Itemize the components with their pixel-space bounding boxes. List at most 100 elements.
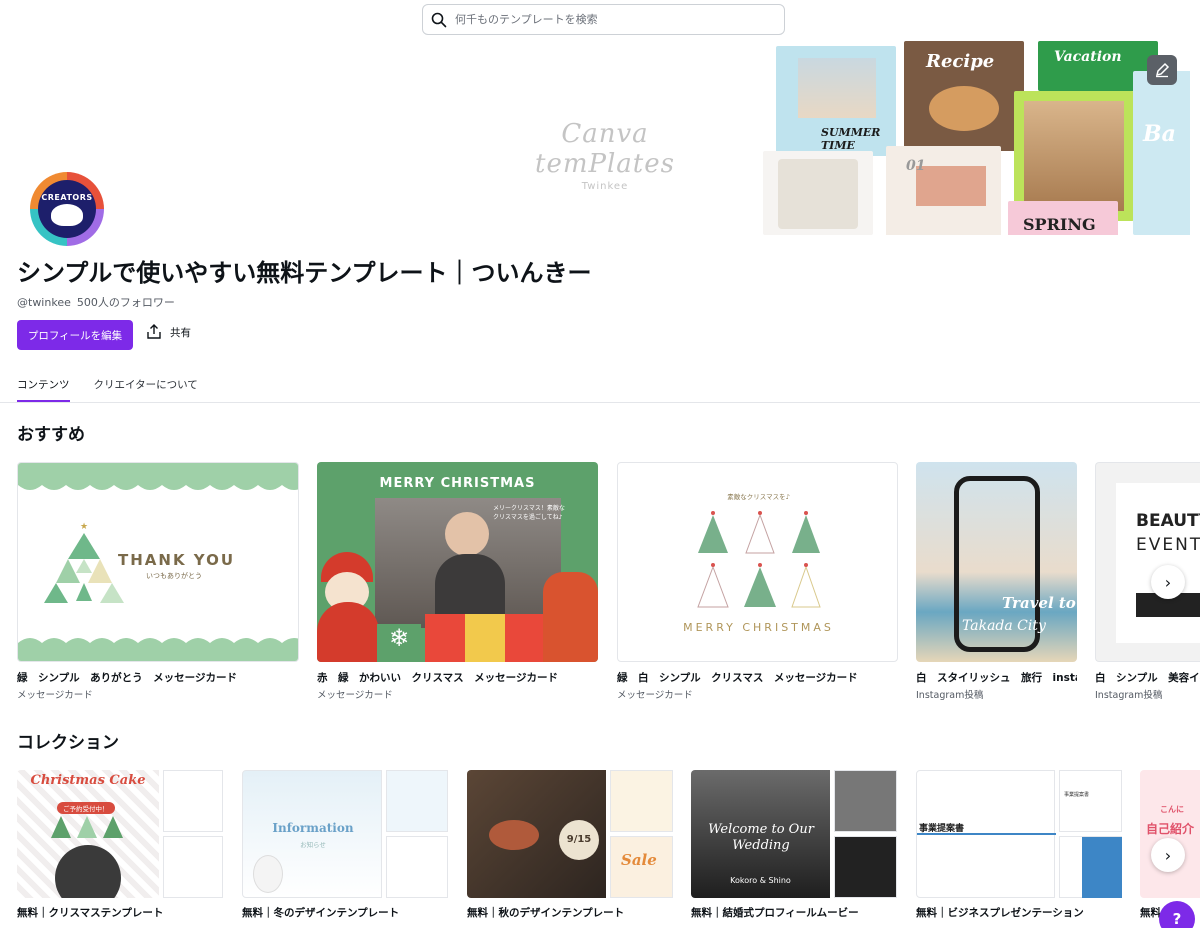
collection-christmas[interactable]: Christmas Cake ご予約受付中！ (17, 770, 223, 898)
collection-winter-main: Information お知らせ (242, 770, 382, 898)
avatar-character-icon (51, 203, 83, 226)
card-title-1[interactable]: 緑 シンプル ありがとう メッセージカード (17, 670, 299, 685)
collection-winter-thumb-1 (386, 770, 448, 832)
card-title-2[interactable]: 赤 緑 かわいい クリスマス メッセージカード (317, 670, 598, 685)
search-icon (431, 12, 447, 27)
banner-collage: SUMMER TIME Recipe Vacation 01 SPRING Ba (758, 41, 1190, 235)
information-title: Information (272, 821, 354, 835)
business-title: 事業提案書 (919, 824, 965, 834)
beauty-title: BEAUTY (1136, 511, 1200, 531)
template-card-christmas-photo[interactable]: MERRY CHRISTMAS メリークリスマス！素敵なクリスマスを過ごしてね♪… (317, 462, 598, 662)
card-type-5: Instagram投稿 (1095, 690, 1163, 701)
template-card-travel[interactable]: Travel to Takada City (916, 462, 1077, 662)
collection-wedding-thumb-1 (834, 770, 897, 832)
thank-you-text: THANK YOU (118, 551, 236, 569)
simple-xmas-title: MERRY CHRISTMAS (683, 621, 834, 634)
xmas-photo-message: メリークリスマス！素敵なクリスマスを過ごしてね♪ (493, 505, 565, 521)
profile-meta: @twinkee 500人のフォロワー (17, 294, 175, 310)
collection-wedding[interactable]: Welcome to Our Wedding Kokoro & Shino (691, 770, 897, 898)
xmas-photo-title: MERRY CHRISTMAS (379, 476, 536, 491)
christmas-cake-title: Christmas Cake (30, 773, 146, 788)
collage-tile-ba: Ba (1133, 71, 1190, 235)
edit-profile-button[interactable]: プロフィールを編集 (17, 320, 133, 350)
collection-business-thumb-1: 事業提案書 (1059, 770, 1122, 832)
help-button[interactable]: ? (1159, 901, 1195, 928)
collection-business-thumb-2 (1059, 836, 1122, 898)
chevron-right-icon: › (1164, 845, 1172, 865)
tabs-divider (0, 402, 1200, 403)
pencil-edit-icon (1155, 62, 1170, 78)
chevron-right-icon: › (1164, 572, 1172, 592)
beauty-card-panel (1116, 483, 1200, 643)
page-title: シンプルで使いやすい無料テンプレート｜ついんきー (17, 259, 592, 287)
collection-title-1[interactable]: 無料｜クリスマステンプレート (17, 905, 163, 920)
collection-autumn-thumb-2: Sale (610, 836, 673, 898)
snowflake-icon: ❄ (377, 624, 421, 662)
card-type-4: Instagram投稿 (916, 690, 984, 701)
collection-wedding-thumb-2 (834, 836, 897, 898)
card-title-4[interactable]: 白 スタイリッシュ 旅行 instagram投稿 (916, 670, 1077, 685)
search-input[interactable] (455, 13, 755, 26)
follower-count[interactable]: 500人のフォロワー (77, 296, 175, 309)
travel-subtitle: Takada City (962, 618, 1046, 634)
template-card-beauty-event[interactable]: BEAUTY EVENT (1095, 462, 1200, 662)
collection-business-main: 事業提案書 (916, 770, 1056, 898)
collection-title-4[interactable]: 無料｜結婚式プロフィールムービー (691, 905, 859, 920)
share-icon (147, 324, 161, 339)
collage-tile-summer: SUMMER TIME (776, 46, 896, 156)
collage-tile-spring: SPRING (1008, 201, 1118, 235)
collection-title-3[interactable]: 無料｜秋のデザインテンプレート (467, 905, 624, 920)
card-title-5[interactable]: 白 シンプル 美容イベント (1095, 670, 1200, 685)
collection-autumn[interactable]: 9/15 Sale (467, 770, 673, 898)
collection-title-2[interactable]: 無料｜冬のデザインテンプレート (242, 905, 399, 920)
thank-you-subtext: いつもありがとう (146, 572, 202, 580)
search-bar[interactable] (422, 4, 785, 35)
collections-next-button[interactable]: › (1151, 838, 1185, 872)
tab-about-creator[interactable]: クリエイターについて (94, 377, 198, 402)
wedding-title: Welcome to Our Wedding (708, 822, 814, 853)
collection-title-6[interactable]: 無料 (1140, 905, 1161, 920)
collection-title-5[interactable]: 無料｜ビジネスプレゼンテーション (916, 905, 1084, 920)
collections-heading: コレクション (17, 733, 119, 753)
collage-tile-beauty: 01 (886, 146, 1001, 235)
collection-winter[interactable]: Information お知らせ (242, 770, 448, 898)
collage-tile-recipe: Recipe (904, 41, 1024, 151)
recommended-next-button[interactable]: › (1151, 565, 1185, 599)
collection-christmas-thumb-1 (163, 770, 223, 832)
collection-wedding-main: Welcome to Our Wedding Kokoro & Shino (691, 770, 830, 898)
collection-christmas-main: Christmas Cake ご予約受付中！ (17, 770, 159, 898)
share-button[interactable]: 共有 (146, 324, 191, 340)
collection-christmas-thumb-2 (163, 836, 223, 898)
recommended-heading: おすすめ (17, 425, 85, 445)
gift-boxes (425, 614, 545, 662)
collection-business[interactable]: 事業提案書 事業提案書 (916, 770, 1122, 898)
collection-winter-thumb-2 (386, 836, 448, 898)
banner-logo: Canva temPlates Twinkee (490, 119, 720, 192)
cake-photo (55, 845, 121, 898)
card-type-1: メッセージカード (17, 690, 93, 701)
banner-logo-title: Canva temPlates (535, 119, 675, 179)
snowman-icon (253, 855, 283, 893)
template-card-thank-you[interactable]: ★ THANK YOU いつもありがとう (17, 462, 299, 662)
card-title-3[interactable]: 緑 白 シンプル クリスマス メッセージカード (617, 670, 898, 685)
self-intro-title: 自己紹介 (1146, 822, 1195, 836)
template-card-simple-christmas[interactable]: 素敵なクリスマスを♪ MERRY CHRISTMAS (617, 462, 898, 662)
tab-contents[interactable]: コンテンツ (17, 377, 70, 402)
edit-banner-button[interactable] (1147, 55, 1177, 85)
mini-trees-icon (51, 816, 123, 838)
wagashi-photo (489, 820, 539, 850)
collage-tile-flowers (763, 151, 873, 235)
profile-tabs: コンテンツ クリエイターについて (17, 377, 222, 402)
collection-autumn-main: 9/15 (467, 770, 606, 898)
profile-handle: @twinkee (17, 296, 71, 309)
collection-self-intro[interactable]: こんに 自己紹介 (1140, 770, 1200, 898)
simple-xmas-subtext: 素敵なクリスマスを♪ (727, 493, 790, 501)
wedding-names: Kokoro & Shino (730, 876, 791, 885)
avatar[interactable]: CREATORS (30, 172, 104, 246)
profile-banner: Canva temPlates Twinkee SUMMER TIME Reci… (0, 41, 1190, 235)
self-intro-greeting: こんに (1160, 805, 1184, 814)
information-subtitle: お知らせ (300, 841, 326, 849)
card-type-2: メッセージカード (317, 690, 393, 701)
business-thumb-text: 事業提案書 (1064, 792, 1090, 798)
share-label: 共有 (170, 326, 191, 339)
